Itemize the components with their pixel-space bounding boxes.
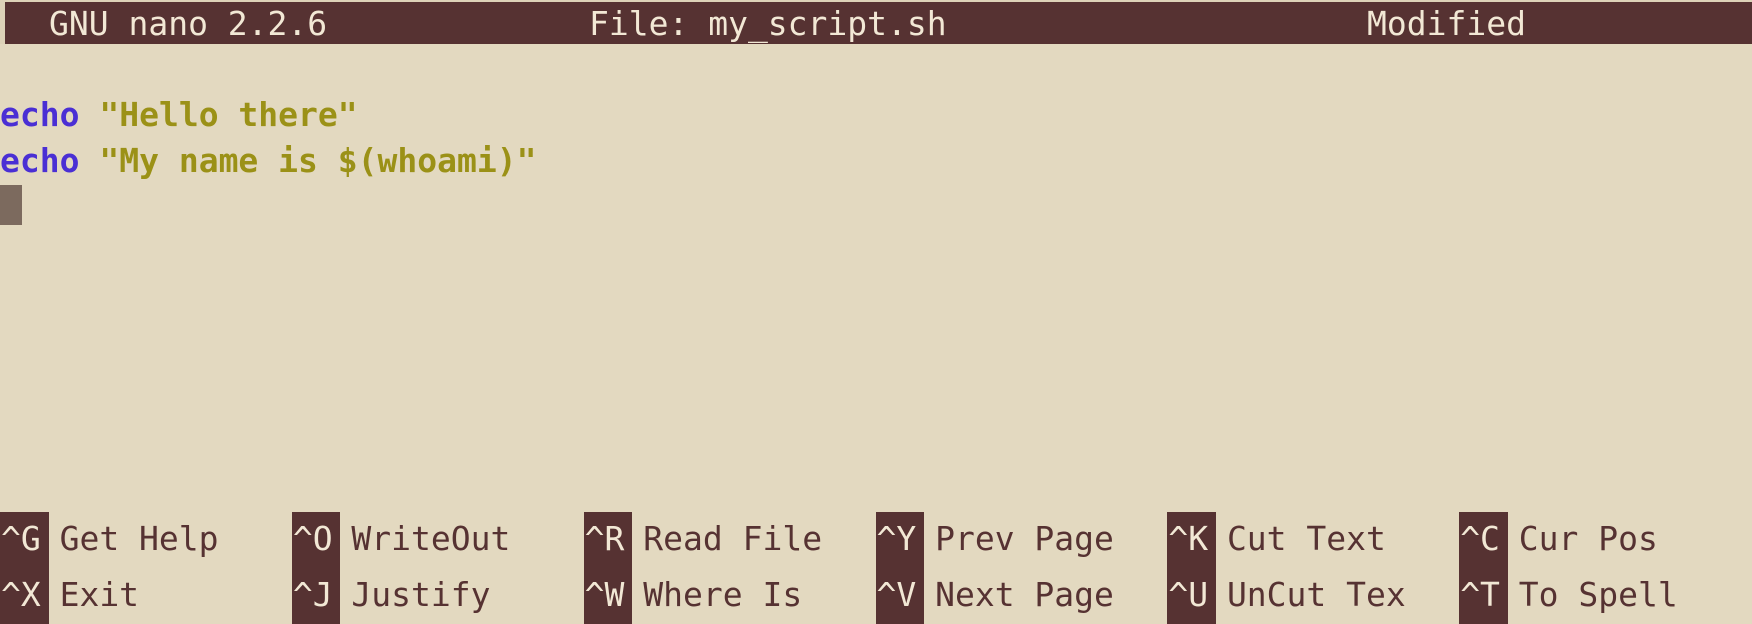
shortcut-key-ctrl-t[interactable]: ^T [1459, 568, 1508, 624]
nano-terminal-window: GNU nano 2.2.6 File: my_script.sh Modifi… [0, 0, 1752, 624]
shortcut-label-writeout[interactable]: WriteOut [351, 512, 510, 568]
shortcut-label-read-file[interactable]: Read File [643, 512, 822, 568]
shortcut-key-ctrl-u[interactable]: ^U [1167, 568, 1216, 624]
code-token-keyword: echo [0, 141, 80, 180]
shortcut-key-ctrl-c[interactable]: ^C [1459, 512, 1508, 568]
shortcut-label-prev-page[interactable]: Prev Page [935, 512, 1114, 568]
shortcut-key-ctrl-v[interactable]: ^V [875, 568, 925, 624]
shortcut-label-exit[interactable]: Exit [60, 568, 139, 624]
editor-text-area[interactable]: echo "Hello there" echo "My name is $(who… [0, 44, 1752, 512]
code-token-string: "My name is $(whoami)" [99, 141, 537, 180]
shortcut-label-cut-text[interactable]: Cut Text [1227, 512, 1386, 568]
filename-label: File: my_script.sh [589, 4, 947, 43]
nano-version-label: GNU nano 2.2.6 [49, 4, 328, 43]
code-token-keyword: echo [0, 95, 80, 134]
shortcut-row-2: ^X Exit ^J Justify ^W Where Is ^V Next Page ^U Un… [0, 568, 1752, 624]
shortcut-key-ctrl-w[interactable]: ^W [583, 568, 633, 624]
code-line[interactable]: echo "Hello there" [0, 92, 358, 138]
code-line[interactable]: echo "My name is $(whoami)" [0, 138, 536, 184]
modified-status-badge: Modified [1367, 4, 1526, 43]
shortcut-key-ctrl-k[interactable]: ^K [1167, 512, 1216, 568]
shortcut-label-where-is[interactable]: Where Is [643, 568, 802, 624]
shortcut-key-ctrl-x[interactable]: ^X [0, 568, 49, 624]
shortcut-key-ctrl-r[interactable]: ^R [583, 512, 633, 568]
shortcut-label-cur-pos[interactable]: Cur Pos [1519, 512, 1658, 568]
shortcut-label-uncut-tex[interactable]: UnCut Tex [1227, 568, 1406, 624]
shortcut-key-ctrl-o[interactable]: ^O [291, 512, 341, 568]
titlebar: GNU nano 2.2.6 File: my_script.sh Modifi… [0, 0, 1752, 44]
shortcut-key-ctrl-g[interactable]: ^G [0, 512, 49, 568]
shortcut-key-ctrl-y[interactable]: ^Y [875, 512, 925, 568]
text-cursor [0, 185, 22, 225]
shortcut-key-ctrl-j[interactable]: ^J [291, 568, 341, 624]
shortcut-label-justify[interactable]: Justify [351, 568, 490, 624]
code-token-string: "Hello there" [99, 95, 358, 134]
shortcut-label-get-help[interactable]: Get Help [60, 512, 219, 568]
shortcut-label-to-spell[interactable]: To Spell [1519, 568, 1678, 624]
shortcut-help-bar: ^G Get Help ^O WriteOut ^R Read File ^Y Prev Pa… [0, 512, 1752, 624]
shortcut-label-next-page[interactable]: Next Page [935, 568, 1114, 624]
shortcut-row-1: ^G Get Help ^O WriteOut ^R Read File ^Y Prev Pa… [0, 512, 1752, 568]
